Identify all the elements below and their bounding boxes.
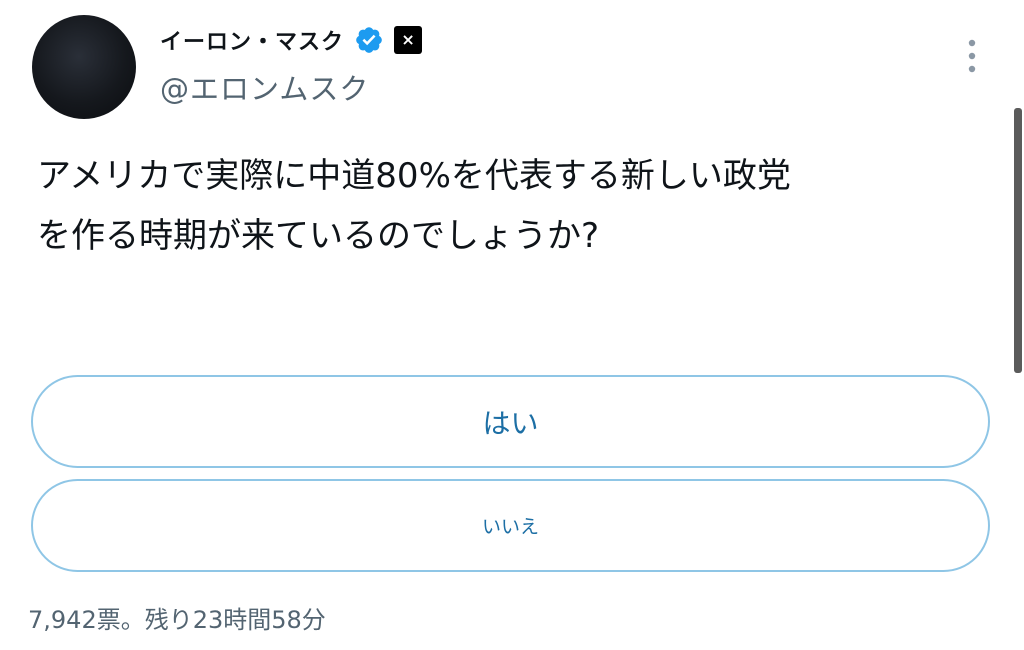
x-badge-icon: × bbox=[394, 26, 423, 54]
poll-status: 7,942票。残り23時間58分 bbox=[28, 606, 326, 634]
poll-option-yes[interactable]: はい bbox=[31, 375, 990, 468]
author-display-name[interactable]: イーロン・マスク bbox=[160, 24, 344, 56]
tweet-card: イーロン・マスク × @エロンムスク アメリカで実際に中道80%を代表する新しい… bbox=[0, 0, 1024, 650]
poll-option-no[interactable]: いいえ bbox=[31, 479, 990, 572]
author-name-row: イーロン・マスク × bbox=[160, 22, 423, 58]
verified-badge-icon bbox=[356, 27, 382, 53]
author-handle[interactable]: @エロンムスク bbox=[160, 66, 369, 108]
more-vertical-icon[interactable] bbox=[962, 38, 982, 78]
tweet-text-line-2: を作る時期が来ているのでしょうか? bbox=[37, 216, 600, 256]
scrollbar[interactable] bbox=[1014, 108, 1022, 373]
tweet-text-line-1: アメリカで実際に中道80%を代表する新しい政党 bbox=[37, 156, 791, 196]
avatar[interactable] bbox=[32, 15, 136, 119]
tweet-text: アメリカで実際に中道80%を代表する新しい政党 を作る時期が来ているのでしょうか… bbox=[37, 146, 967, 266]
